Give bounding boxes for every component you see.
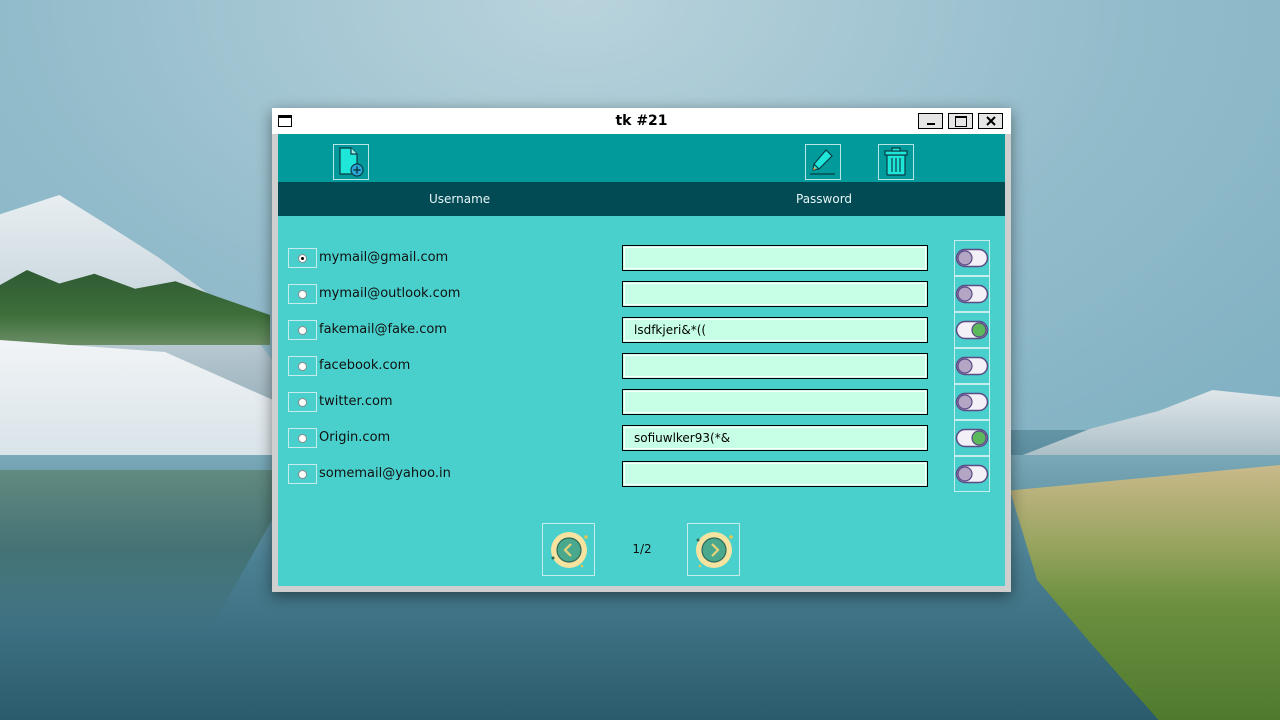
row-select-radio[interactable] [288, 284, 317, 304]
username-label: facebook.com [319, 358, 411, 373]
show-password-toggle[interactable] [954, 420, 990, 456]
password-field[interactable] [622, 461, 928, 487]
password-field[interactable] [622, 353, 928, 379]
add-file-icon [339, 147, 364, 177]
row-select-radio[interactable] [288, 464, 317, 484]
username-label: mymail@outlook.com [319, 286, 461, 301]
row-select-radio[interactable] [288, 392, 317, 412]
show-password-toggle[interactable] [954, 312, 990, 348]
title-bar[interactable]: tk #21 [272, 108, 1011, 134]
radio-indicator [298, 469, 307, 479]
toggle-off-icon [955, 248, 989, 268]
show-password-toggle[interactable] [954, 384, 990, 420]
row-select-radio[interactable] [288, 320, 317, 340]
show-password-toggle[interactable] [954, 456, 990, 492]
radio-indicator [298, 289, 307, 299]
edit-entry-button[interactable] [805, 144, 841, 180]
password-field[interactable] [622, 425, 928, 451]
close-icon [986, 116, 996, 126]
add-entry-button[interactable] [333, 144, 369, 180]
radio-indicator [298, 361, 307, 371]
username-label: mymail@gmail.com [319, 250, 449, 265]
radio-indicator [298, 325, 307, 335]
trash-icon [884, 147, 908, 176]
previous-page-button[interactable] [542, 523, 595, 576]
radio-indicator [298, 433, 307, 443]
page-indicator: 1/2 [632, 542, 652, 556]
username-label: fakemail@fake.com [319, 322, 447, 337]
show-password-toggle[interactable] [954, 348, 990, 384]
password-field[interactable] [622, 317, 928, 343]
maximize-button[interactable] [948, 113, 973, 129]
row-select-radio[interactable] [288, 356, 317, 376]
username-label: somemail@yahoo.in [319, 466, 451, 481]
chevron-right-icon [695, 531, 733, 568]
toggle-on-icon [955, 320, 989, 340]
delete-entry-button[interactable] [878, 144, 914, 180]
password-field[interactable] [622, 245, 928, 271]
window-title: tk #21 [615, 113, 668, 129]
chevron-left-icon [550, 531, 588, 568]
toggle-on-icon [955, 428, 989, 448]
row-select-radio[interactable] [288, 428, 317, 448]
password-field[interactable] [622, 389, 928, 415]
row-select-radio[interactable] [288, 248, 317, 268]
minimize-button[interactable] [918, 113, 943, 129]
show-password-toggle[interactable] [954, 276, 990, 312]
password-column-header: Password [796, 192, 853, 206]
pencil-icon [810, 149, 835, 175]
radio-indicator [298, 253, 307, 263]
toolbar [278, 134, 1005, 182]
column-header: Username Password [278, 182, 1005, 216]
username-label: Origin.com [319, 430, 391, 445]
radio-indicator [298, 397, 307, 407]
app-window: tk #21 Username Password mymail@gmail.co… [272, 108, 1011, 592]
password-field[interactable] [622, 281, 928, 307]
toggle-off-icon [955, 392, 989, 412]
close-button[interactable] [978, 113, 1003, 129]
toggle-off-icon [955, 284, 989, 304]
toggle-off-icon [955, 464, 989, 484]
username-label: twitter.com [319, 394, 393, 409]
username-column-header: Username [429, 192, 491, 206]
client-area: Username Password mymail@gmail.com mymail… [278, 134, 1005, 586]
toggle-off-icon [955, 356, 989, 376]
show-password-toggle[interactable] [954, 240, 990, 276]
next-page-button[interactable] [687, 523, 740, 576]
